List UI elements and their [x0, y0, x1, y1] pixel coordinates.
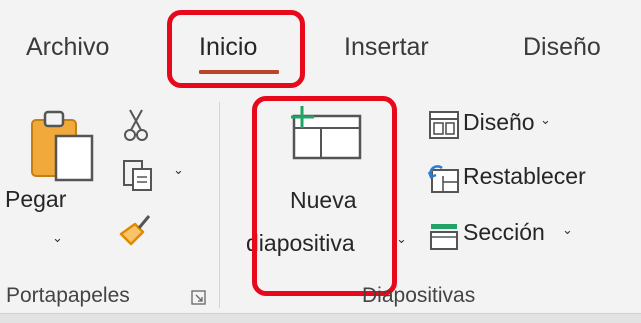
tab-diseno[interactable]: Diseño — [523, 33, 601, 62]
layout-button[interactable]: Diseño ⌄ — [428, 108, 628, 144]
section-icon — [428, 220, 460, 257]
layout-label: Diseño — [463, 109, 535, 135]
copy-dropdown-chevron[interactable]: ⌄ — [173, 162, 184, 178]
paste-icon — [30, 108, 100, 189]
section-button[interactable]: Sección ⌄ — [428, 218, 628, 254]
cut-button[interactable] — [117, 108, 157, 144]
group-label-diapositivas: Diapositivas — [362, 284, 476, 307]
group-separator — [219, 102, 220, 308]
paste-button[interactable]: Pegar ⌄ — [0, 100, 112, 270]
group-label-portapapeles: Portapapeles — [6, 284, 130, 307]
copy-icon — [121, 158, 155, 197]
new-slide-dropdown-chevron[interactable]: ⌄ — [396, 231, 407, 247]
paste-label: Pegar — [5, 186, 67, 212]
section-dropdown-chevron[interactable]: ⌄ — [562, 222, 573, 238]
paste-dropdown-chevron[interactable]: ⌄ — [52, 230, 63, 246]
inicio-highlight-frame — [167, 10, 305, 88]
section-label: Sección — [463, 219, 545, 245]
layout-icon — [428, 110, 460, 145]
reset-icon — [427, 164, 460, 199]
layout-dropdown-chevron[interactable]: ⌄ — [540, 112, 551, 128]
format-painter-icon — [117, 212, 155, 253]
format-painter-button[interactable] — [117, 212, 157, 252]
reset-label: Restablecer — [463, 163, 586, 189]
dialog-launcher-icon[interactable] — [191, 290, 206, 310]
reset-button[interactable]: Restablecer — [427, 162, 638, 199]
cut-icon — [123, 108, 149, 147]
new-slide-highlight-frame — [252, 96, 397, 296]
tab-insertar[interactable]: Insertar — [344, 33, 429, 62]
copy-button[interactable]: ⌄ — [117, 158, 189, 194]
tab-archivo[interactable]: Archivo — [26, 33, 109, 62]
